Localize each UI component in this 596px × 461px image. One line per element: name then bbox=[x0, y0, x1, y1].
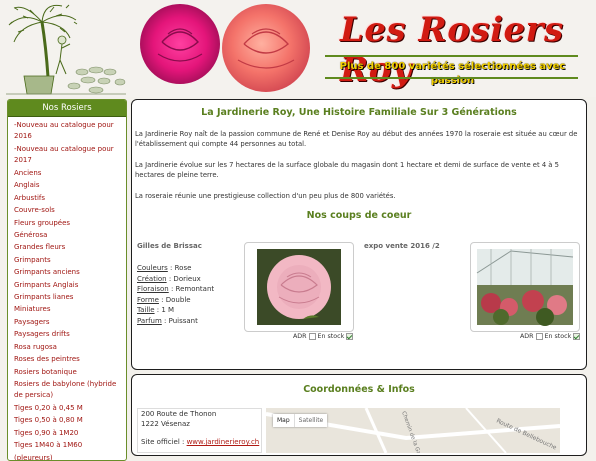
sidebar-item[interactable]: Rosiers botanique bbox=[14, 366, 126, 378]
map-tab[interactable]: Map bbox=[273, 414, 294, 427]
sidebar-item[interactable]: -Nouveau au catalogue pour 2017 bbox=[14, 143, 126, 167]
roses-banner-image bbox=[140, 4, 310, 92]
product-name[interactable]: Gilles de Brissac bbox=[137, 242, 202, 250]
sidebar-item[interactable]: Roses des peintres bbox=[14, 353, 126, 365]
sidebar-item[interactable]: Couvre-sols bbox=[14, 204, 126, 216]
sidebar-item[interactable]: Fleurs groupées bbox=[14, 217, 126, 229]
address-line: 1222 Vésenaz bbox=[141, 420, 190, 428]
in-stock-checkbox[interactable] bbox=[573, 333, 581, 340]
garden-center-photo bbox=[476, 249, 574, 326]
sidebar: Nos Rosiers -Nouveau au catalogue pour 2… bbox=[7, 99, 127, 461]
street-label: Chemin de la Gabiule bbox=[400, 411, 426, 453]
header: Les Rosiers Roy Plus de 800 variétés sél… bbox=[0, 0, 596, 97]
history-paragraph: La roseraie réunie une prestigieuse coll… bbox=[135, 192, 396, 200]
sidebar-item[interactable]: Tiges 1M40 à 1M60 (pleureurs) bbox=[14, 439, 126, 460]
address-line: 200 Route de Thonon bbox=[141, 410, 217, 418]
brand-divider bbox=[325, 55, 578, 57]
sidebar-item[interactable]: Arbustifs bbox=[14, 192, 126, 204]
pink-rose-photo bbox=[257, 249, 341, 325]
brand-tagline: Plus de 800 variétés sélectionnées avec … bbox=[339, 61, 566, 86]
sidebar-item[interactable]: Miniatures bbox=[14, 303, 126, 315]
palm-gardener-logo bbox=[6, 4, 126, 95]
sidebar-item[interactable]: Rosa rugosa bbox=[14, 341, 126, 353]
adr-checkbox[interactable] bbox=[308, 333, 316, 340]
sidebar-item[interactable]: Grandes fleurs bbox=[14, 241, 126, 253]
sidebar-item[interactable]: Tiges 0,20 à 0,45 M bbox=[14, 402, 126, 414]
sidebar-item[interactable]: Tiges 0,90 à 1M20 bbox=[14, 427, 126, 439]
sidebar-item[interactable]: Anglais bbox=[14, 179, 126, 191]
adr-checkbox[interactable] bbox=[535, 333, 543, 340]
page-title: La Jardinerie Roy, Une Histoire Familial… bbox=[201, 107, 517, 118]
sidebar-item[interactable]: Grimpants Anglais bbox=[14, 279, 126, 291]
favorites-title: Nos coups de coeur bbox=[306, 210, 412, 221]
sidebar-item[interactable]: Tiges 0,50 à 0,80 M bbox=[14, 414, 126, 426]
street-label: Route de Bellebouche bbox=[495, 417, 558, 451]
address-block: 200 Route de Thonon 1222 Vésenaz Site of… bbox=[137, 408, 262, 453]
map[interactable]: Route de Bellebouche Chemin de la Gabiul… bbox=[266, 408, 560, 453]
sidebar-title: Nos Rosiers bbox=[8, 100, 126, 117]
site-label: Site officiel : bbox=[141, 438, 187, 446]
brand-divider bbox=[325, 77, 578, 79]
sidebar-item[interactable]: Anciens bbox=[14, 167, 126, 179]
sidebar-item[interactable]: -Nouveau au catalogue pour 2016 bbox=[14, 119, 126, 143]
stock-status: ADR En stock bbox=[293, 333, 354, 340]
sidebar-menu: -Nouveau au catalogue pour 2016 -Nouveau… bbox=[8, 117, 126, 460]
contact-panel: Coordonnées & Infos 200 Route de Thonon … bbox=[131, 374, 587, 456]
map-type-switch: Map Satellite bbox=[273, 414, 328, 427]
product-attributes: Couleurs : Rose Création : Dorieux Flora… bbox=[137, 264, 215, 325]
product-image[interactable] bbox=[244, 242, 354, 332]
sidebar-item[interactable]: Paysagers bbox=[14, 316, 126, 328]
sidebar-item[interactable]: Rosiers de babylone (hybride de persica) bbox=[14, 378, 126, 402]
site-link[interactable]: www.jardinerieroy.ch bbox=[187, 438, 260, 446]
sidebar-item[interactable]: Grimpants anciens bbox=[14, 266, 126, 278]
history-paragraph: La Jardinerie Roy naît de la passion com… bbox=[135, 130, 578, 148]
in-stock-checkbox[interactable] bbox=[346, 333, 354, 340]
history-paragraph: La Jardinerie évolue sur les 7 hectares … bbox=[135, 161, 559, 179]
sidebar-item[interactable]: Grimpants bbox=[14, 254, 126, 266]
sidebar-item[interactable]: Grimpants lianes bbox=[14, 291, 126, 303]
sidebar-item[interactable]: Paysagers drifts bbox=[14, 328, 126, 340]
product-image[interactable] bbox=[470, 242, 580, 332]
product-name[interactable]: expo vente 2016 /2 bbox=[364, 242, 440, 250]
stock-status: ADR En stock bbox=[520, 333, 581, 340]
satellite-tab[interactable]: Satellite bbox=[293, 414, 328, 427]
sidebar-item[interactable]: Générosa bbox=[14, 229, 126, 241]
history-panel: La Jardinerie Roy, Une Histoire Familial… bbox=[131, 99, 587, 370]
contact-title: Coordonnées & Infos bbox=[303, 384, 415, 395]
